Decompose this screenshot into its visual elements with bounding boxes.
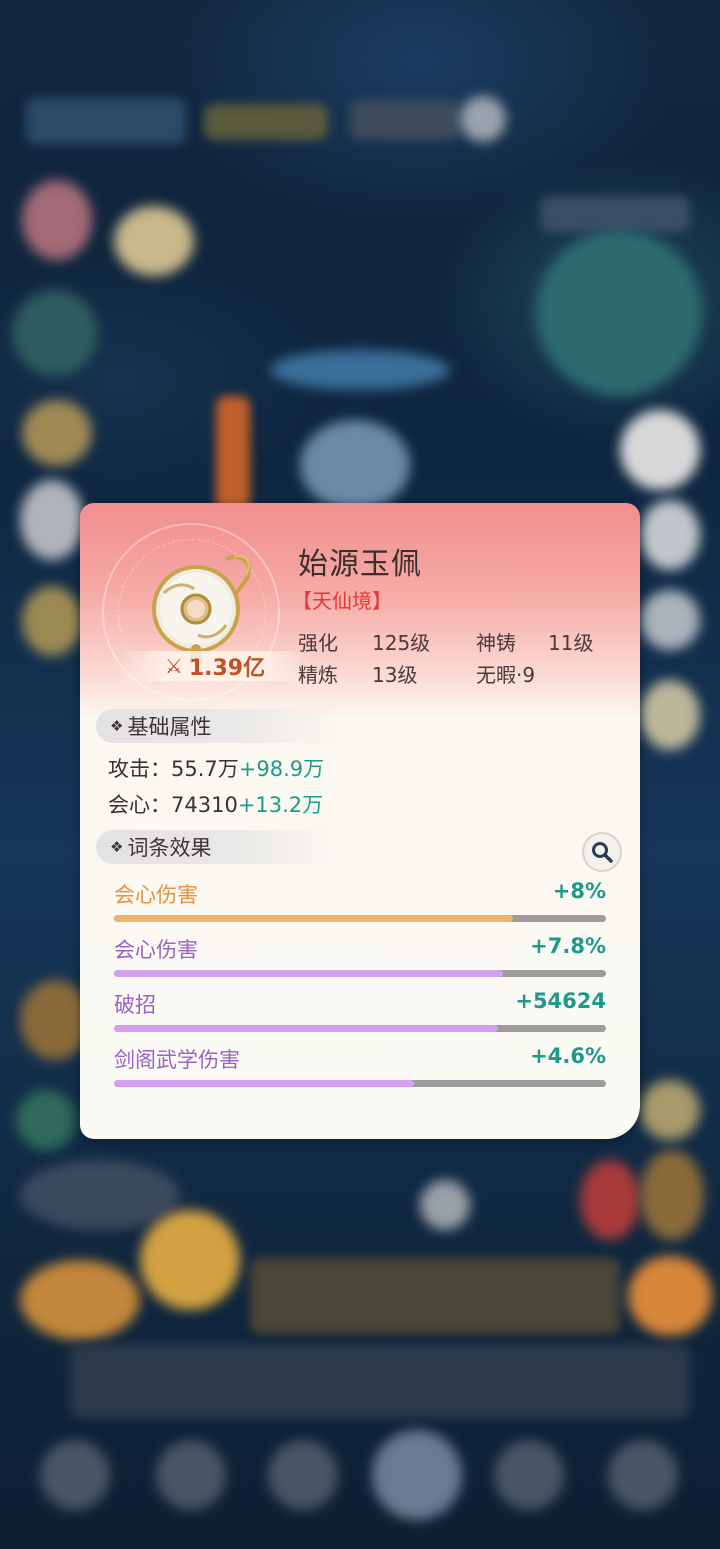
- affixes-title: 词条效果: [127, 836, 212, 860]
- attribute-label: 攻击：: [108, 757, 171, 781]
- affix-value: +8%: [552, 879, 606, 903]
- qianghua-label: 强化: [298, 631, 338, 655]
- wuxia-label: 无暇: [476, 663, 516, 687]
- wuxia-stat: 无暇·9: [476, 663, 536, 687]
- affixes-header: ❖ 词条效果: [96, 830, 336, 864]
- affix-row: 会心伤害 +8%: [114, 879, 606, 925]
- attribute-label: 会心：: [108, 793, 171, 817]
- item-name: 始源玉佩: [298, 547, 422, 582]
- base-attributes-title: 基础属性: [127, 715, 212, 739]
- affix-row: 会心伤害 +7.8%: [114, 934, 606, 980]
- affix-bar-fill: [114, 1025, 498, 1032]
- diamond-bullet-icon: ❖: [110, 838, 124, 856]
- wuxia-value: 9: [522, 663, 536, 687]
- affix-value: +4.6%: [530, 1044, 606, 1068]
- affix-bar-fill: [114, 915, 513, 922]
- attribute-bonus: +98.9万: [238, 757, 325, 781]
- jinglian-label: 精炼: [298, 663, 338, 687]
- attribute-value: 55.7万: [171, 757, 239, 781]
- diamond-bullet-icon: ❖: [110, 717, 124, 735]
- affix-value: +54624: [515, 989, 606, 1013]
- affix-name: 会心伤害: [114, 883, 198, 907]
- affix-bar: [114, 915, 606, 922]
- affix-bar: [114, 970, 606, 977]
- jinglian-value: 13级: [372, 663, 418, 687]
- crossed-swords-icon: ⚔: [164, 654, 183, 678]
- search-button[interactable]: [582, 832, 622, 872]
- item-realm: 【天仙境】: [292, 589, 392, 613]
- affix-name: 会心伤害: [114, 938, 198, 962]
- combat-power-value: 1.39亿: [188, 656, 266, 681]
- affix-bar: [114, 1025, 606, 1032]
- shenzhu-value: 11级: [548, 631, 594, 655]
- attribute-bonus: +13.2万: [237, 793, 324, 817]
- affix-row: 剑阁武学伤害 +4.6%: [114, 1044, 606, 1090]
- affix-name: 剑阁武学伤害: [114, 1048, 240, 1072]
- attribute-row-crit: 会心：74310+13.2万: [108, 789, 323, 819]
- affix-row: 破招 +54624: [114, 989, 606, 1035]
- affix-bar-fill: [114, 1080, 415, 1087]
- affix-bar-fill: [114, 970, 503, 977]
- attribute-value: 74310: [171, 793, 238, 817]
- affix-value: +7.8%: [530, 934, 606, 958]
- shenzhu-label: 神铸: [476, 631, 516, 655]
- affix-name: 破招: [114, 993, 156, 1017]
- affix-bar: [114, 1080, 606, 1087]
- attribute-row-attack: 攻击：55.7万+98.9万: [108, 753, 324, 783]
- combat-power: ⚔ 1.39亿: [120, 651, 310, 681]
- qianghua-value: 125级: [372, 631, 431, 655]
- search-icon: [592, 842, 613, 863]
- item-detail-panel: ⚔ 1.39亿 始源玉佩 【天仙境】 强化 125级 神铸 11级 精炼 13级…: [80, 503, 640, 1139]
- base-attributes-header: ❖ 基础属性: [96, 709, 336, 743]
